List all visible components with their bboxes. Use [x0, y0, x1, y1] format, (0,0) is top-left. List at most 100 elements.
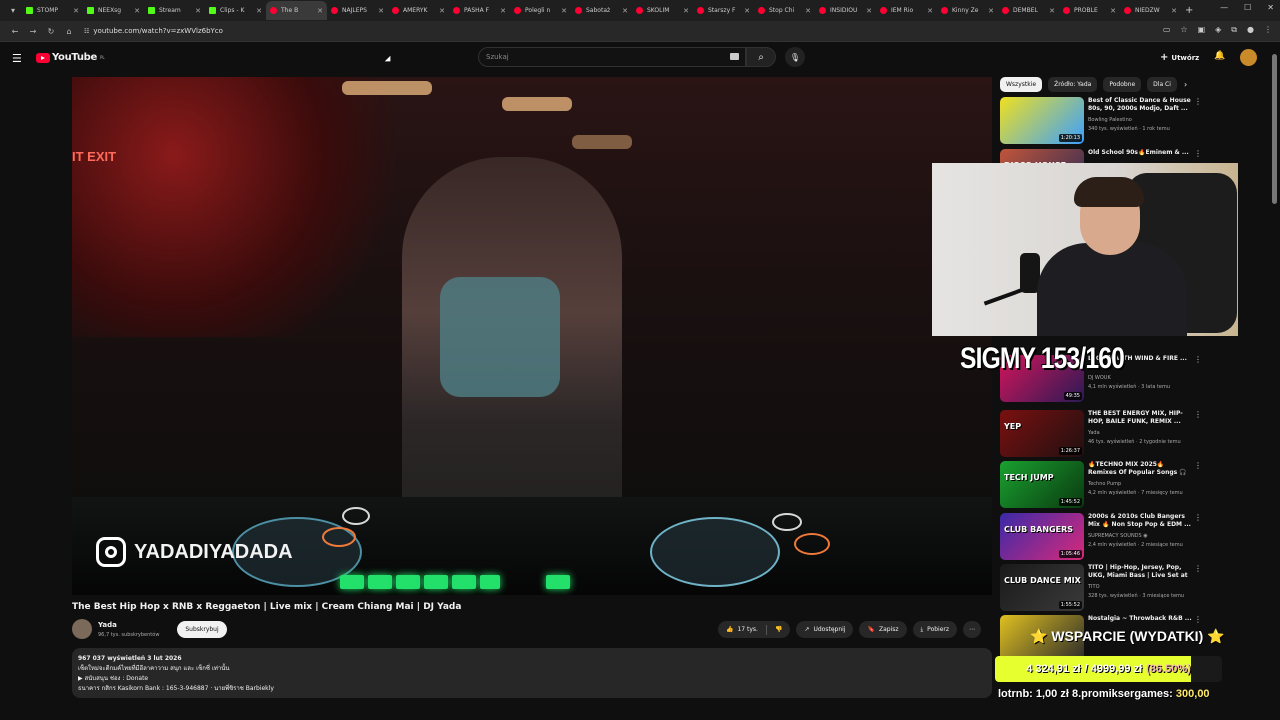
share-button[interactable]: ↗ Udostępnij: [796, 621, 854, 638]
recommended-title[interactable]: Old School 90s🔥Eminem & ...: [1088, 149, 1192, 157]
chip-source[interactable]: Źródło: Yada: [1048, 77, 1098, 92]
cast-icon[interactable]: ▭: [1163, 25, 1171, 35]
forward-icon[interactable]: →: [24, 27, 42, 36]
browser-tab[interactable]: Clips - K ✕: [205, 1, 266, 20]
recommended-channel[interactable]: Yada: [1088, 430, 1100, 436]
extension-icon[interactable]: ▣: [1198, 25, 1206, 35]
tab-close-icon[interactable]: ✕: [317, 7, 323, 15]
hamburger-menu-icon[interactable]: ☰: [12, 52, 22, 65]
tab-close-icon[interactable]: ✕: [927, 7, 933, 15]
subscribe-button[interactable]: Subskrybuj: [177, 621, 227, 638]
browser-tab[interactable]: NIEDŹW ✕: [1120, 1, 1181, 20]
more-options-icon[interactable]: ⋮: [1194, 615, 1202, 624]
browser-tab[interactable]: NEEXsg ✕: [83, 1, 144, 20]
tab-close-icon[interactable]: ✕: [73, 7, 79, 15]
search-input[interactable]: Szukaj: [478, 47, 746, 67]
chip-for-you[interactable]: Dla Ci: [1147, 77, 1177, 92]
browser-tab[interactable]: AMERYK ✕: [388, 1, 449, 20]
close-window-icon[interactable]: ✕: [1267, 3, 1274, 12]
minimize-icon[interactable]: —: [1220, 3, 1228, 12]
recommended-title[interactable]: Nostalgia ~ Throwback R&B ...: [1088, 615, 1192, 623]
tab-list-icon[interactable]: ▾: [4, 2, 22, 20]
video-thumbnail[interactable]: CLUB BANGERS 1:05:46: [1000, 513, 1084, 560]
browser-tab[interactable]: PASHA F ✕: [449, 1, 510, 20]
recommended-channel[interactable]: Techno Pump: [1088, 481, 1121, 487]
recommended-video[interactable]: CLUB DANCE MIX 1:55:52 TITO | Hip-Hop, Jer…: [1000, 564, 1202, 612]
tab-close-icon[interactable]: ✕: [500, 7, 506, 15]
browser-tab[interactable]: STOMP ✕: [22, 1, 83, 20]
profile-icon[interactable]: ●: [1247, 25, 1254, 35]
more-options-icon[interactable]: ⋮: [1194, 355, 1202, 364]
tab-close-icon[interactable]: ✕: [1171, 7, 1177, 15]
bookmark-star-icon[interactable]: ☆: [1180, 25, 1187, 35]
extensions-puzzle-icon[interactable]: ⧉: [1231, 25, 1237, 35]
tab-close-icon[interactable]: ✕: [561, 7, 567, 15]
tab-close-icon[interactable]: ✕: [378, 7, 384, 15]
browser-tab[interactable]: NAJLEPS ✕: [327, 1, 388, 20]
tab-close-icon[interactable]: ✕: [988, 7, 994, 15]
recommended-title[interactable]: 2000s & 2010s Club Bangers Mix 🔥 Non Sto…: [1088, 513, 1192, 529]
tab-close-icon[interactable]: ✕: [744, 7, 750, 15]
browser-tab[interactable]: The B ✕: [266, 1, 327, 20]
more-options-icon[interactable]: ⋮: [1194, 97, 1202, 106]
url-field[interactable]: ☷ youtube.com/watch?v=zxWVlz6bYco: [84, 27, 223, 35]
scrollbar-thumb[interactable]: [1272, 54, 1277, 204]
recommended-channel[interactable]: TITO: [1088, 584, 1100, 590]
download-button[interactable]: ⤓ Pobierz: [912, 621, 958, 638]
browser-tab[interactable]: PROBLE ✕: [1059, 1, 1120, 20]
video-thumbnail[interactable]: 1:20:13: [1000, 97, 1084, 144]
more-options-icon[interactable]: ⋮: [1194, 564, 1202, 573]
tab-close-icon[interactable]: ✕: [805, 7, 811, 15]
tab-close-icon[interactable]: ✕: [439, 7, 445, 15]
home-icon[interactable]: ⌂: [60, 27, 78, 36]
channel-name[interactable]: Yada: [98, 621, 117, 629]
site-info-icon[interactable]: ☷: [84, 28, 89, 35]
browser-tab[interactable]: Sabotaż ✕: [571, 1, 632, 20]
video-thumbnail[interactable]: CLUB DANCE MIX 1:55:52: [1000, 564, 1084, 611]
recommended-channel[interactable]: SUPREMACY SOUNDS ◉: [1088, 533, 1148, 539]
browser-menu-icon[interactable]: ⋮: [1264, 25, 1272, 35]
chevron-right-icon[interactable]: ›: [1184, 80, 1187, 89]
browser-tab[interactable]: INSIDIOU ✕: [815, 1, 876, 20]
recommended-channel[interactable]: Bowling Palestino: [1088, 117, 1132, 123]
video-player[interactable]: IT EXIT YADADIYADADA: [72, 77, 992, 595]
chip-related[interactable]: Podobne: [1103, 77, 1142, 92]
recommended-video[interactable]: 1:20:13 Best of Classic Dance & House 80s…: [1000, 97, 1202, 145]
recommended-video[interactable]: TECH JUMP 1:45:52 🔥TECHNO MIX 2025🔥 Remixe…: [1000, 461, 1202, 509]
save-button[interactable]: 🔖 Zapisz: [859, 621, 907, 638]
chip-all[interactable]: Wszystkie: [1000, 77, 1043, 92]
dislike-button[interactable]: 👎: [775, 626, 782, 633]
maximize-icon[interactable]: ☐: [1244, 3, 1251, 12]
notifications-bell-icon[interactable]: 🔔: [1214, 51, 1225, 61]
youtube-logo[interactable]: YouTube PL: [36, 52, 105, 63]
description-box[interactable]: 967 037 wyświetleń 3 lut 2026 เซ็ตใหม่จะ…: [72, 648, 992, 698]
tab-close-icon[interactable]: ✕: [134, 7, 140, 15]
more-options-icon[interactable]: ⋮: [1194, 461, 1202, 470]
recommended-title[interactable]: THE BEST ENERGY MIX, HIP-HOP, BAILE FUNK…: [1088, 410, 1192, 426]
recommended-title[interactable]: TITO | Hip-Hop, Jersey, Pop, UKG, Miami …: [1088, 564, 1192, 582]
tab-close-icon[interactable]: ✕: [683, 7, 689, 15]
new-tab-icon[interactable]: +: [1185, 5, 1193, 16]
recommended-title[interactable]: 🔥TECHNO MIX 2025🔥 Remixes Of Popular Son…: [1088, 461, 1192, 479]
browser-tab[interactable]: Stream ✕: [144, 1, 205, 20]
more-options-icon[interactable]: ⋮: [1194, 513, 1202, 522]
create-button[interactable]: + Utwórz: [1160, 49, 1204, 66]
browser-tab[interactable]: Kinny Ze ✕: [937, 1, 998, 20]
channel-avatar[interactable]: [72, 619, 92, 639]
recommended-video[interactable]: YEP 1:26:37 THE BEST ENERGY MIX, HIP-HOP, …: [1000, 410, 1202, 458]
account-avatar[interactable]: [1240, 49, 1257, 66]
more-options-icon[interactable]: ⋮: [1194, 410, 1202, 419]
video-thumbnail[interactable]: YEP 1:26:37: [1000, 410, 1084, 457]
reload-icon[interactable]: ↻: [42, 27, 60, 36]
like-button[interactable]: 👍 17 tys.: [726, 626, 758, 633]
video-thumbnail[interactable]: TECH JUMP 1:45:52: [1000, 461, 1084, 508]
browser-tab[interactable]: DEMBEL ✕: [998, 1, 1059, 20]
browser-tab[interactable]: Polegli n ✕: [510, 1, 571, 20]
voice-search-button[interactable]: 🎙: [785, 47, 805, 67]
tab-close-icon[interactable]: ✕: [256, 7, 262, 15]
browser-tab[interactable]: SKOLIM ✕: [632, 1, 693, 20]
browser-tab[interactable]: Starszy F ✕: [693, 1, 754, 20]
browser-tab[interactable]: Stop Chi ✕: [754, 1, 815, 20]
tab-close-icon[interactable]: ✕: [1049, 7, 1055, 15]
extension-icon-2[interactable]: ◈: [1215, 25, 1221, 35]
